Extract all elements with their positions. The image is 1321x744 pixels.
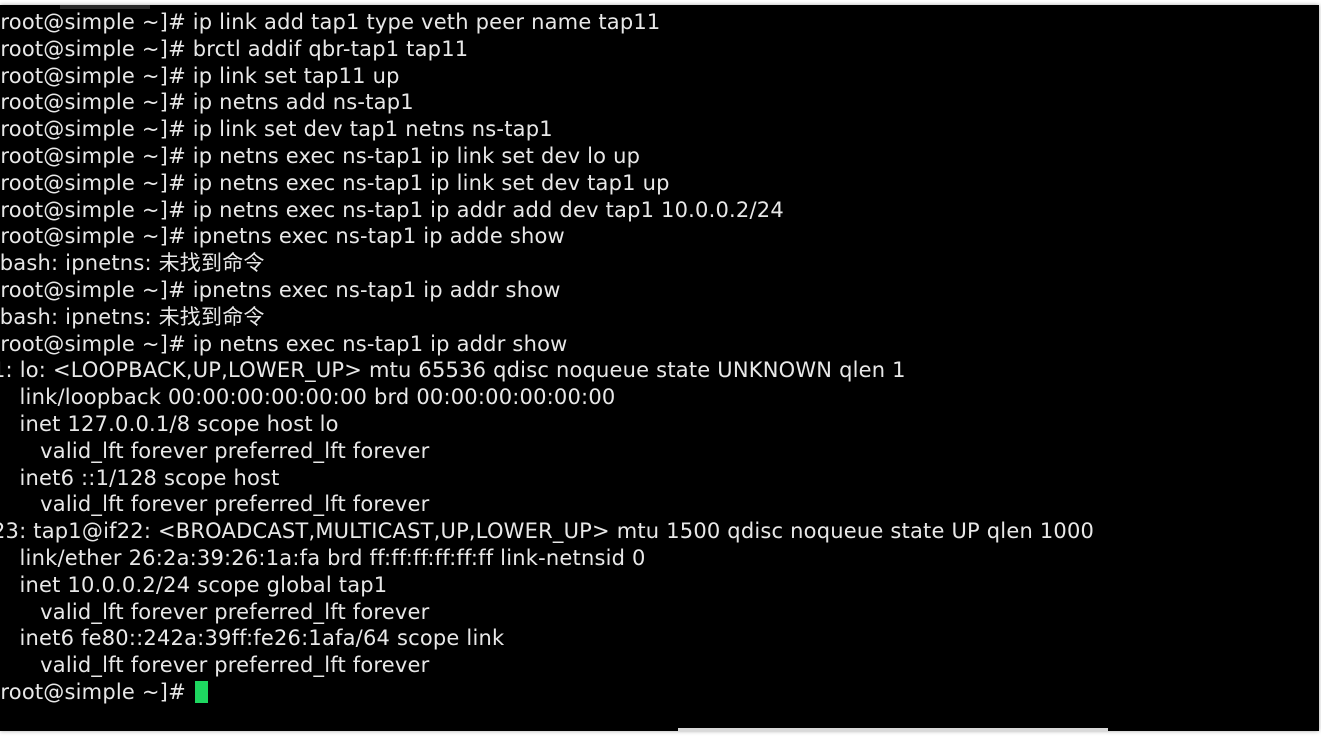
terminal-line: [root@simple ~]# ip netns exec ns-tap1 i… bbox=[0, 170, 670, 195]
terminal-line: -bash: ipnetns: 未找到命令 bbox=[0, 251, 265, 276]
terminal-line: link/loopback 00:00:00:00:00:00 brd 00:0… bbox=[0, 385, 616, 410]
terminal-prompt-line[interactable]: [root@simple ~]# bbox=[0, 679, 1319, 706]
terminal-prompt: [root@simple ~]# bbox=[0, 679, 193, 704]
terminal-line: 1: lo: <LOOPBACK,UP,LOWER_UP> mtu 65536 … bbox=[0, 358, 906, 383]
terminal-line: inet 10.0.0.2/24 scope global tap1 bbox=[0, 572, 388, 597]
terminal-line: -bash: ipnetns: 未找到命令 bbox=[0, 304, 265, 329]
terminal-cursor[interactable] bbox=[194, 680, 208, 703]
terminal-line: [root@simple ~]# ip netns exec ns-tap1 i… bbox=[0, 143, 641, 168]
terminal-line: inet6 ::1/128 scope host bbox=[0, 465, 280, 490]
terminal-line: link/ether 26:2a:39:26:1a:fa brd ff:ff:f… bbox=[0, 545, 646, 570]
terminal-line: valid_lft forever preferred_lft forever bbox=[0, 492, 430, 517]
terminal-line: [root@simple ~]# ipnetns exec ns-tap1 ip… bbox=[0, 224, 565, 249]
terminal-output[interactable]: [root@simple ~]# ip link add tap1 type v… bbox=[0, 5, 1319, 731]
terminal-line: 23: tap1@if22: <BROADCAST,MULTICAST,UP,L… bbox=[0, 519, 1095, 544]
terminal-line: [root@simple ~]# ipnetns exec ns-tap1 ip… bbox=[0, 277, 561, 302]
terminal-line: [root@simple ~]# ip link set dev tap1 ne… bbox=[0, 117, 553, 142]
terminal-line: [root@simple ~]# ip link set tap11 up bbox=[0, 63, 400, 88]
terminal-line: valid_lft forever preferred_lft forever bbox=[0, 653, 430, 678]
terminal-window[interactable]: [root@simple ~]# ip link add tap1 type v… bbox=[0, 5, 1319, 731]
terminal-line: valid_lft forever preferred_lft forever bbox=[0, 438, 430, 463]
terminal-line: [root@simple ~]# brctl addif qbr-tap1 ta… bbox=[0, 36, 469, 61]
terminal-line: inet 127.0.0.1/8 scope host lo bbox=[0, 411, 339, 436]
terminal-line: [root@simple ~]# ip netns exec ns-tap1 i… bbox=[0, 331, 568, 356]
terminal-line: [root@simple ~]# ip link add tap1 type v… bbox=[0, 10, 661, 34]
window-edge-strip bbox=[678, 728, 1108, 731]
terminal-line: valid_lft forever preferred_lft forever bbox=[0, 599, 430, 624]
terminal-line: [root@simple ~]# ip netns exec ns-tap1 i… bbox=[0, 197, 784, 222]
terminal-line: [root@simple ~]# ip netns add ns-tap1 bbox=[0, 90, 414, 115]
terminal-line: inet6 fe80::242a:39ff:fe26:1afa/64 scope… bbox=[0, 626, 505, 651]
